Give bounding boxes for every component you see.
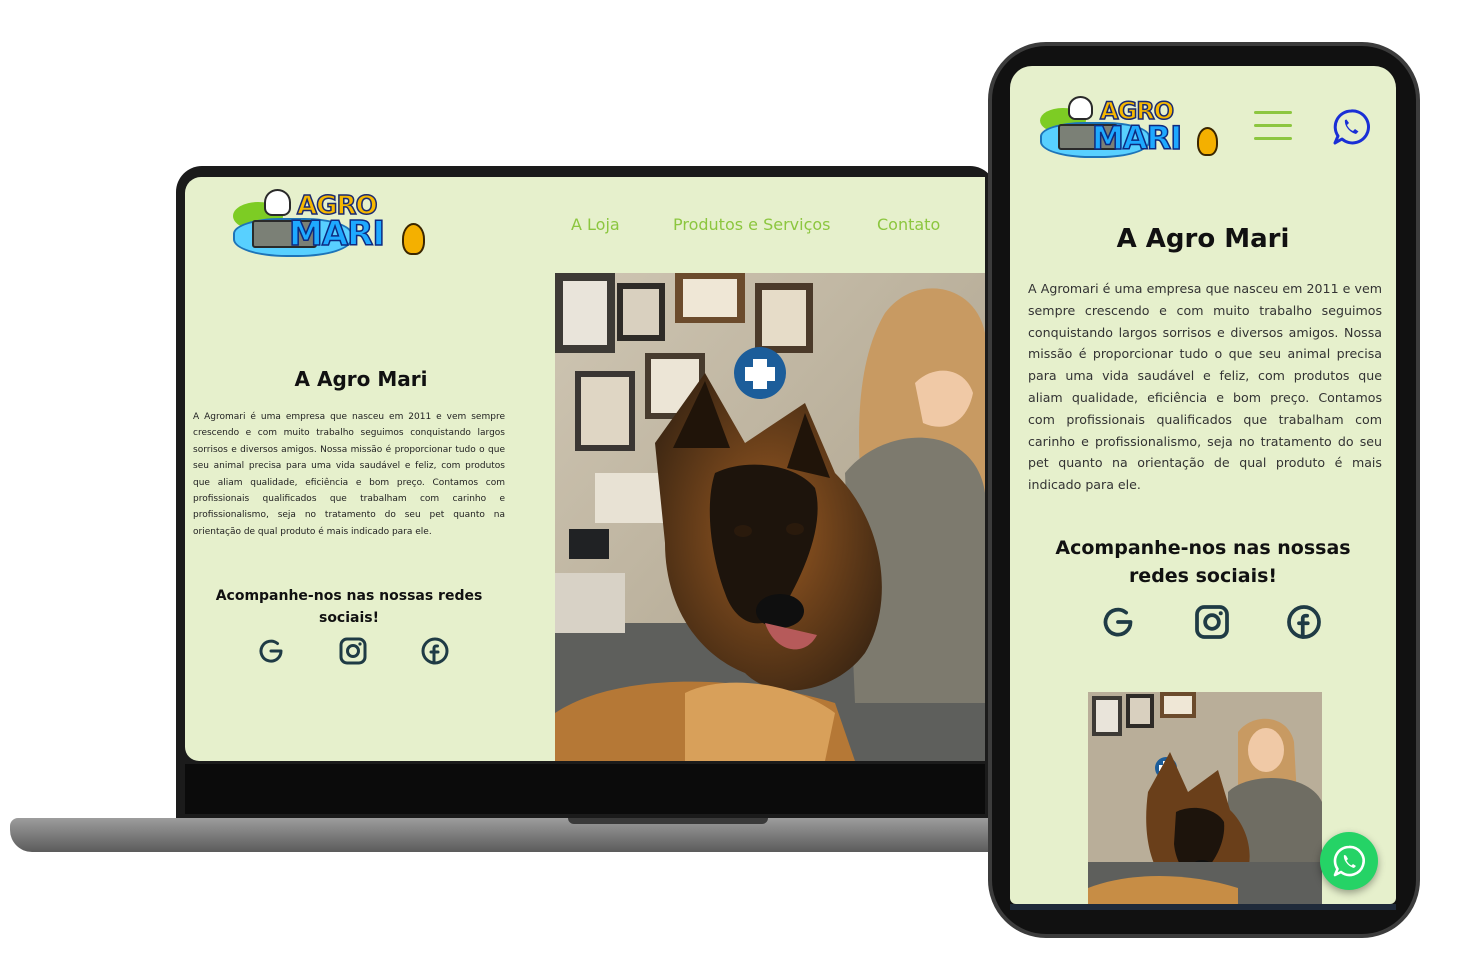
facebook-icon[interactable]: [1284, 602, 1324, 646]
logo-puppy: [401, 222, 425, 255]
agromari-logo[interactable]: AGRO MARI: [233, 189, 425, 259]
logo-word-mari: MARI: [1091, 119, 1183, 157]
nav-link-loja[interactable]: A Loja: [571, 215, 620, 234]
laptop-base-notch: [568, 818, 768, 824]
vet-dog-photo: [555, 273, 985, 761]
whatsapp-icon: [1333, 845, 1365, 877]
about-title: A Agro Mari: [1116, 224, 1290, 254]
logo-puppy: [1196, 126, 1218, 157]
hamburger-line: [1254, 124, 1292, 127]
social-icons: [255, 635, 455, 669]
instagram-icon[interactable]: [1192, 602, 1232, 646]
phone-home-bar: [1010, 904, 1396, 910]
hamburger-line: [1254, 111, 1292, 114]
whatsapp-float-button[interactable]: [1320, 832, 1378, 890]
logo-dog: [1068, 96, 1094, 121]
instagram-icon[interactable]: [337, 635, 369, 671]
nav-link-contato[interactable]: Contato: [877, 215, 940, 234]
laptop-base: [10, 818, 996, 852]
about-title: A Agro Mari: [294, 367, 428, 391]
logo-word-mari: MARI: [288, 214, 385, 254]
vet-dog-photo: [1088, 692, 1322, 904]
whatsapp-icon[interactable]: [1332, 108, 1370, 146]
laptop-screen: AGRO MARI A Loja Produtos e Serviços Con…: [185, 177, 985, 761]
facebook-icon[interactable]: [419, 635, 451, 671]
laptop-bezel: [185, 764, 985, 814]
google-icon[interactable]: [1098, 602, 1138, 646]
hamburger-line: [1254, 137, 1292, 140]
social-title: Acompanhe-nos nas nossas redes sociais!: [1055, 537, 1351, 587]
google-icon[interactable]: [255, 635, 287, 671]
social-icons: [1098, 602, 1321, 642]
nav-link-produtos-servicos[interactable]: Produtos e Serviços: [673, 215, 831, 234]
device-mockup-stage: AGRO MARI A Loja Produtos e Serviços Con…: [0, 0, 1458, 963]
about-paragraph: A Agromari é uma empresa que nasceu em 2…: [1028, 281, 1382, 493]
hamburger-menu-icon[interactable]: [1254, 110, 1294, 142]
about-paragraph: A Agromari é uma empresa que nasceu em 2…: [193, 412, 505, 537]
agromari-logo[interactable]: AGRO MARI: [1040, 96, 1218, 160]
social-title: Acompanhe-nos nas nossas redes sociais!: [215, 588, 483, 626]
phone-screen: AGRO MARI A Agro Mari A Agromari é uma e…: [1010, 66, 1396, 904]
logo-dog: [263, 189, 291, 216]
